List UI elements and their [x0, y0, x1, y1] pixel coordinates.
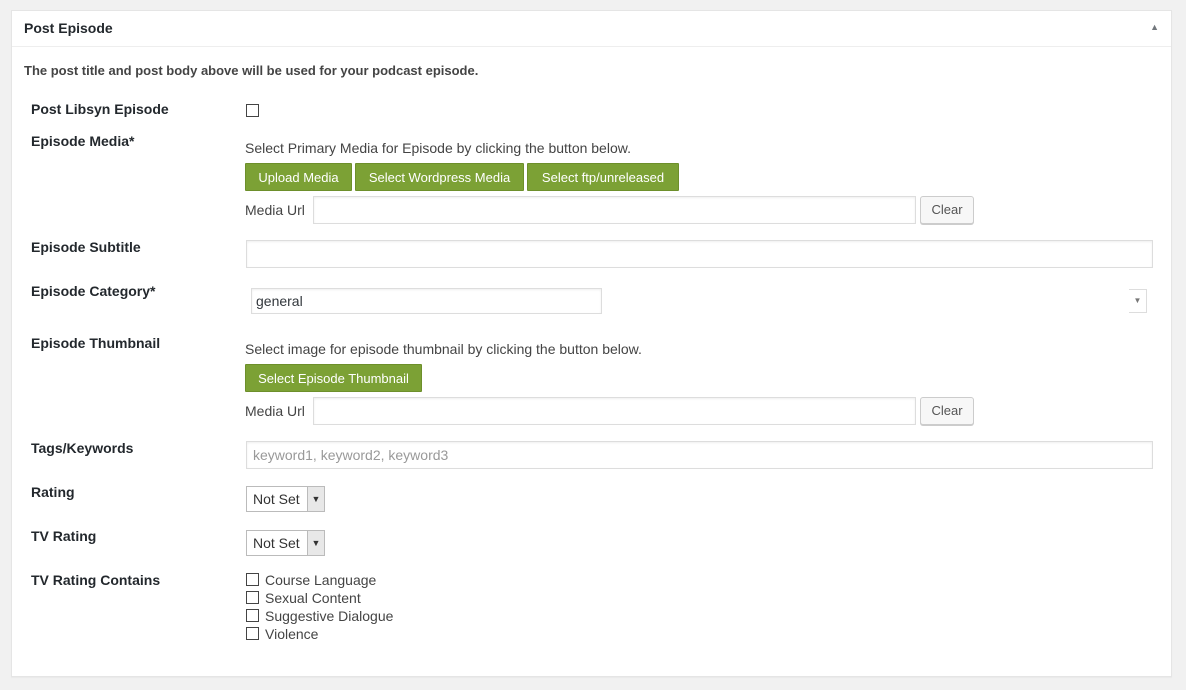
tags-label: Tags/Keywords [31, 440, 134, 456]
episode-category-input[interactable]: general [251, 288, 602, 314]
intro-text: The post title and post body above will … [24, 63, 479, 78]
violence-label: Violence [265, 626, 319, 642]
tv-rating-label: TV Rating [31, 528, 97, 544]
episode-category-label: Episode Category* [31, 283, 156, 299]
suggestive-dialogue-checkbox[interactable] [246, 609, 259, 622]
episode-subtitle-label: Episode Subtitle [31, 239, 141, 255]
suggestive-dialogue-label: Suggestive Dialogue [265, 608, 394, 624]
episode-subtitle-input[interactable] [246, 240, 1153, 268]
select-wordpress-media-button[interactable]: Select Wordpress Media [355, 163, 524, 191]
post-libsyn-label: Post Libsyn Episode [31, 101, 169, 117]
panel-header[interactable]: Post Episode ▲ [12, 11, 1171, 47]
rating-label: Rating [31, 484, 75, 500]
episode-thumbnail-label: Episode Thumbnail [31, 335, 161, 351]
course-language-checkbox[interactable] [246, 573, 259, 586]
post-libsyn-checkbox[interactable] [246, 104, 259, 117]
rating-selected-value: Not Set [253, 491, 300, 507]
media-url-label: Media Url [245, 202, 305, 218]
select-thumbnail-button[interactable]: Select Episode Thumbnail [245, 364, 422, 392]
thumbnail-url-input[interactable] [313, 397, 916, 425]
tv-rating-selected-value: Not Set [253, 535, 300, 551]
chevron-down-icon: ▼ [307, 531, 324, 555]
chevron-down-icon[interactable]: ▼ [1129, 289, 1147, 313]
violence-checkbox[interactable] [246, 627, 259, 640]
panel-title: Post Episode [24, 20, 113, 36]
tags-placeholder: keyword1, keyword2, keyword3 [253, 447, 449, 463]
media-clear-button[interactable]: Clear [920, 196, 974, 224]
sexual-content-checkbox[interactable] [246, 591, 259, 604]
episode-media-label: Episode Media* [31, 133, 135, 149]
media-url-input[interactable] [313, 196, 916, 224]
rating-select[interactable]: Not Set ▼ [246, 486, 325, 512]
post-episode-panel: Post Episode ▲ The post title and post b… [11, 10, 1172, 677]
sexual-content-label: Sexual Content [265, 590, 361, 606]
select-ftp-button[interactable]: Select ftp/unreleased [527, 163, 679, 191]
tv-rating-contains-label: TV Rating Contains [31, 572, 161, 588]
triangle-up-icon[interactable]: ▲ [1150, 22, 1159, 32]
thumbnail-clear-button[interactable]: Clear [920, 397, 974, 425]
course-language-label: Course Language [265, 572, 377, 588]
upload-media-button[interactable]: Upload Media [245, 163, 352, 191]
thumbnail-instruction: Select image for episode thumbnail by cl… [245, 341, 642, 357]
chevron-down-icon: ▼ [307, 487, 324, 511]
thumbnail-url-label: Media Url [245, 403, 305, 419]
tv-rating-select[interactable]: Not Set ▼ [246, 530, 325, 556]
tags-input[interactable]: keyword1, keyword2, keyword3 [246, 441, 1153, 469]
media-instruction: Select Primary Media for Episode by clic… [245, 140, 631, 156]
